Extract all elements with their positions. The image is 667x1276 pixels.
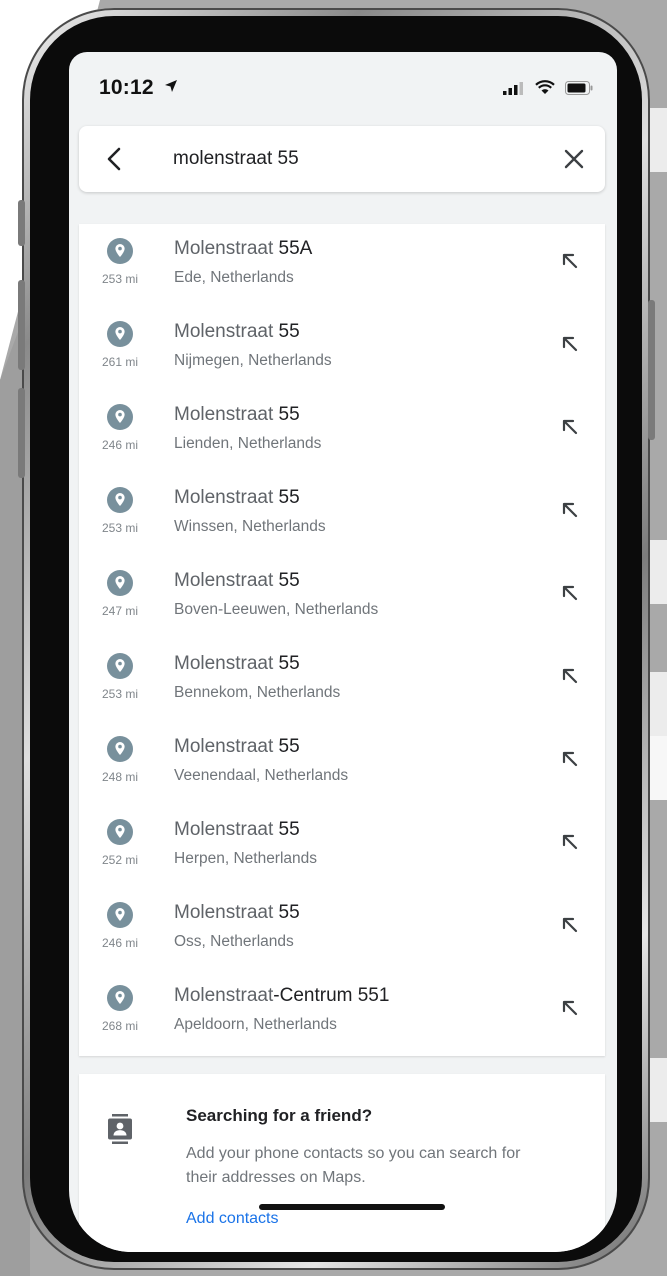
- arrow-up-left-icon[interactable]: [559, 416, 581, 438]
- result-subtitle: Apeldoorn, Netherlands: [174, 1016, 337, 1033]
- result-title: Molenstraat 55: [174, 404, 300, 425]
- result-title: Molenstraat 55: [174, 819, 300, 840]
- contacts-icon: [108, 1114, 132, 1144]
- distance-label: 253 mi: [101, 521, 139, 535]
- friend-search-card: Searching for a friend? Add your phone c…: [79, 1074, 605, 1252]
- distance-label: 253 mi: [101, 272, 139, 286]
- location-pin-icon: [107, 404, 133, 430]
- home-indicator[interactable]: [259, 1204, 445, 1210]
- arrow-up-left-icon[interactable]: [559, 997, 581, 1019]
- mute-switch: [18, 200, 25, 246]
- arrow-up-left-icon[interactable]: [559, 914, 581, 936]
- signal-icon: [503, 81, 523, 95]
- distance-label: 252 mi: [101, 853, 139, 867]
- result-title: Molenstraat 55: [174, 653, 300, 674]
- result-subtitle: Herpen, Netherlands: [174, 850, 318, 867]
- result-title: Molenstraat 55: [174, 321, 300, 342]
- result-title: Molenstraat 55: [174, 736, 300, 757]
- distance-label: 246 mi: [101, 438, 139, 452]
- list-item[interactable]: 253 mi Molenstraat 55 Winssen, Netherlan…: [79, 473, 605, 556]
- arrow-up-left-icon[interactable]: [559, 831, 581, 853]
- arrow-up-left-icon[interactable]: [559, 582, 581, 604]
- list-item[interactable]: 253 mi Molenstraat 55A Ede, Netherlands: [79, 224, 605, 307]
- arrow-up-left-icon[interactable]: [559, 333, 581, 355]
- friend-card-description: Add your phone contacts so you can searc…: [186, 1145, 521, 1186]
- result-subtitle: Oss, Netherlands: [174, 933, 294, 950]
- location-pin-icon: [107, 819, 133, 845]
- list-item[interactable]: 261 mi Molenstraat 55 Nijmegen, Netherla…: [79, 307, 605, 390]
- volume-up-button: [18, 280, 25, 370]
- close-icon[interactable]: [561, 146, 587, 172]
- result-title: Molenstraat 55: [174, 570, 300, 591]
- arrow-up-left-icon[interactable]: [559, 499, 581, 521]
- power-button: [648, 300, 655, 440]
- result-title: Molenstraat 55A: [174, 238, 313, 259]
- arrow-left-icon[interactable]: [99, 143, 131, 175]
- result-subtitle: Ede, Netherlands: [174, 269, 294, 286]
- distance-label: 268 mi: [101, 1019, 139, 1033]
- location-pin-icon: [107, 902, 133, 928]
- list-item[interactable]: 247 mi Molenstraat 55 Boven-Leeuwen, Net…: [79, 556, 605, 639]
- arrow-up-left-icon[interactable]: [559, 250, 581, 272]
- location-arrow-icon: [165, 80, 177, 92]
- list-item[interactable]: 252 mi Molenstraat 55 Herpen, Netherland…: [79, 805, 605, 888]
- friend-card-title: Searching for a friend?: [186, 1106, 373, 1125]
- distance-label: 253 mi: [101, 687, 139, 701]
- status-icons: [503, 80, 593, 95]
- screen: 10:12 molenstraat 55 253 mi Molenstraat …: [69, 52, 617, 1252]
- result-title: Molenstraat 55: [174, 487, 300, 508]
- result-subtitle: Lienden, Netherlands: [174, 435, 322, 452]
- distance-label: 246 mi: [101, 936, 139, 950]
- location-pin-icon: [107, 238, 133, 264]
- battery-icon: [565, 80, 593, 95]
- location-pin-icon: [107, 321, 133, 347]
- add-contacts-link[interactable]: Add contacts: [186, 1210, 279, 1228]
- distance-label: 247 mi: [101, 604, 139, 618]
- status-bar: 10:12: [69, 52, 617, 122]
- list-item[interactable]: 248 mi Molenstraat 55 Veenendaal, Nether…: [79, 722, 605, 805]
- distance-label: 248 mi: [101, 770, 139, 784]
- volume-down-button: [18, 388, 25, 478]
- arrow-up-left-icon[interactable]: [559, 665, 581, 687]
- result-subtitle: Boven-Leeuwen, Netherlands: [174, 601, 379, 618]
- location-pin-icon: [107, 736, 133, 762]
- result-subtitle: Veenendaal, Netherlands: [174, 767, 349, 784]
- distance-label: 261 mi: [101, 355, 139, 369]
- list-item[interactable]: 253 mi Molenstraat 55 Bennekom, Netherla…: [79, 639, 605, 722]
- location-pin-icon: [107, 985, 133, 1011]
- wifi-icon: [535, 80, 555, 94]
- result-subtitle: Nijmegen, Netherlands: [174, 352, 332, 369]
- search-bar[interactable]: molenstraat 55: [79, 126, 605, 192]
- location-pin-icon: [107, 487, 133, 513]
- list-item[interactable]: 246 mi Molenstraat 55 Oss, Netherlands: [79, 888, 605, 971]
- search-input[interactable]: molenstraat 55: [173, 148, 299, 170]
- results-list: 253 mi Molenstraat 55A Ede, Netherlands …: [79, 224, 605, 1056]
- result-title: Molenstraat 55: [174, 902, 300, 923]
- location-pin-icon: [107, 570, 133, 596]
- result-subtitle: Winssen, Netherlands: [174, 518, 326, 535]
- result-subtitle: Bennekom, Netherlands: [174, 684, 341, 701]
- result-title: Molenstraat-Centrum 551: [174, 985, 390, 1006]
- location-pin-icon: [107, 653, 133, 679]
- list-item[interactable]: 268 mi Molenstraat-Centrum 551 Apeldoorn…: [79, 971, 605, 1054]
- status-time: 10:12: [99, 76, 154, 99]
- arrow-up-left-icon[interactable]: [559, 748, 581, 770]
- list-item[interactable]: 246 mi Molenstraat 55 Lienden, Netherlan…: [79, 390, 605, 473]
